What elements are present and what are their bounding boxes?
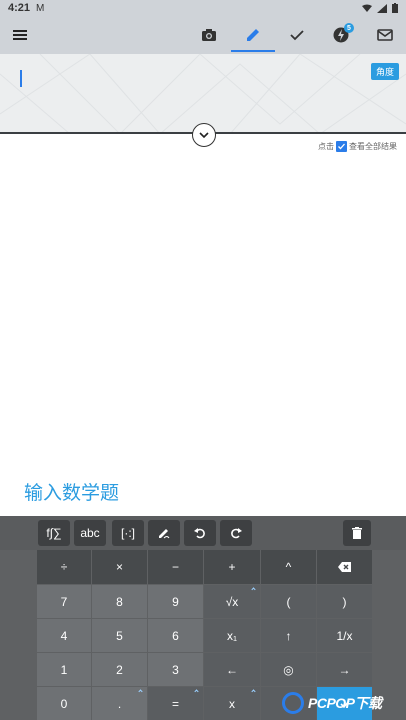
backspace-icon [337,562,351,572]
key-subscript[interactable]: x₁ [204,619,260,652]
key-reciprocal[interactable]: 1/x [317,619,372,652]
pencil-icon [247,29,259,41]
tab-camera[interactable] [196,16,222,54]
top-toolbar [0,16,406,54]
key-up[interactable]: ↑ [261,619,316,652]
check-icon [338,143,345,150]
key-variable-x[interactable]: x [204,687,260,720]
key-close-paren[interactable]: ) [317,585,372,618]
key-multiply[interactable]: × [92,550,147,584]
key-1[interactable]: 1 [37,653,91,686]
key-minus[interactable]: − [148,550,203,584]
active-tab-indicator [231,50,275,52]
status-bar: 4:21 M [0,0,406,16]
watermark: PCPOP下载 [282,686,406,720]
key-equals-label: = [171,696,179,711]
battery-icon [392,3,398,13]
more-indicator-icon [251,587,256,592]
key-equals[interactable]: = [148,687,203,720]
show-all-prefix: 点击 [318,142,334,151]
undo-key[interactable] [184,520,216,546]
key-variable-x-label: x [229,696,235,711]
more-indicator-icon [251,689,256,694]
camera-icon [202,29,216,41]
key-4[interactable]: 4 [37,619,91,652]
status-time: 4:21 [8,2,31,14]
handwrite-key[interactable] [148,520,180,546]
key-9[interactable]: 9 [148,585,203,618]
key-plus[interactable]: + [204,550,260,584]
key-left[interactable]: ← [204,653,260,686]
redo-icon [231,528,242,539]
keyboard-toolbar: f∫∑ abc [·:] [0,516,406,550]
handwrite-icon [159,529,170,539]
tab-history[interactable] [328,16,354,54]
mail-notification-icon: M [36,2,45,14]
key-sqrt[interactable]: √x [204,585,260,618]
expand-button[interactable] [192,123,216,147]
trash-icon [352,527,362,539]
functions-key[interactable]: f∫∑ [38,520,70,546]
pcpop-logo-icon [282,692,304,714]
key-open-paren[interactable]: ( [261,585,316,618]
angle-mode-button[interactable]: 角度 [371,63,400,80]
menu-icon [13,30,27,40]
watermark-text: PCPOP下载 [308,695,382,711]
math-input-area[interactable]: 角度 [0,54,406,134]
key-6[interactable]: 6 [148,619,203,652]
letters-key[interactable]: abc [74,520,106,546]
key-decimal-label: . [117,696,122,711]
key-backspace[interactable] [317,550,372,584]
key-7[interactable]: 7 [37,585,91,618]
undo-icon [194,528,205,539]
redo-key[interactable] [220,520,252,546]
chevron-down-icon [199,132,209,139]
tab-mail[interactable] [372,16,398,54]
mail-icon [377,29,393,41]
show-all-label: 查看全部结果 [349,142,397,151]
key-sqrt-label: √x [225,594,239,609]
key-3[interactable]: 3 [148,653,203,686]
tab-handwrite[interactable] [240,16,266,54]
input-prompt: 输入数学题 [24,482,120,504]
show-all-results[interactable]: 点击 查看全部结果 [318,141,397,152]
key-decimal[interactable]: . [92,687,147,720]
wifi-icon [362,4,372,12]
key-divide[interactable]: ÷ [37,550,91,584]
history-badge: 5 [344,23,354,33]
key-target[interactable]: ◎ [261,653,316,686]
more-indicator-icon [194,689,199,694]
key-8[interactable]: 8 [92,585,147,618]
matrix-key[interactable]: [·:] [112,520,144,546]
key-power[interactable]: ^ [261,550,316,584]
key-right[interactable]: → [317,653,372,686]
more-indicator-icon [138,689,143,694]
text-cursor [20,70,22,87]
tab-check[interactable] [284,16,310,54]
clear-key[interactable] [343,520,371,546]
key-5[interactable]: 5 [92,619,147,652]
signal-icon [377,3,387,13]
background-pattern [0,54,406,132]
key-2[interactable]: 2 [92,653,147,686]
key-0[interactable]: 0 [37,687,91,720]
check-icon [290,30,304,41]
show-all-checkbox[interactable] [336,141,347,152]
menu-button[interactable] [8,16,34,54]
